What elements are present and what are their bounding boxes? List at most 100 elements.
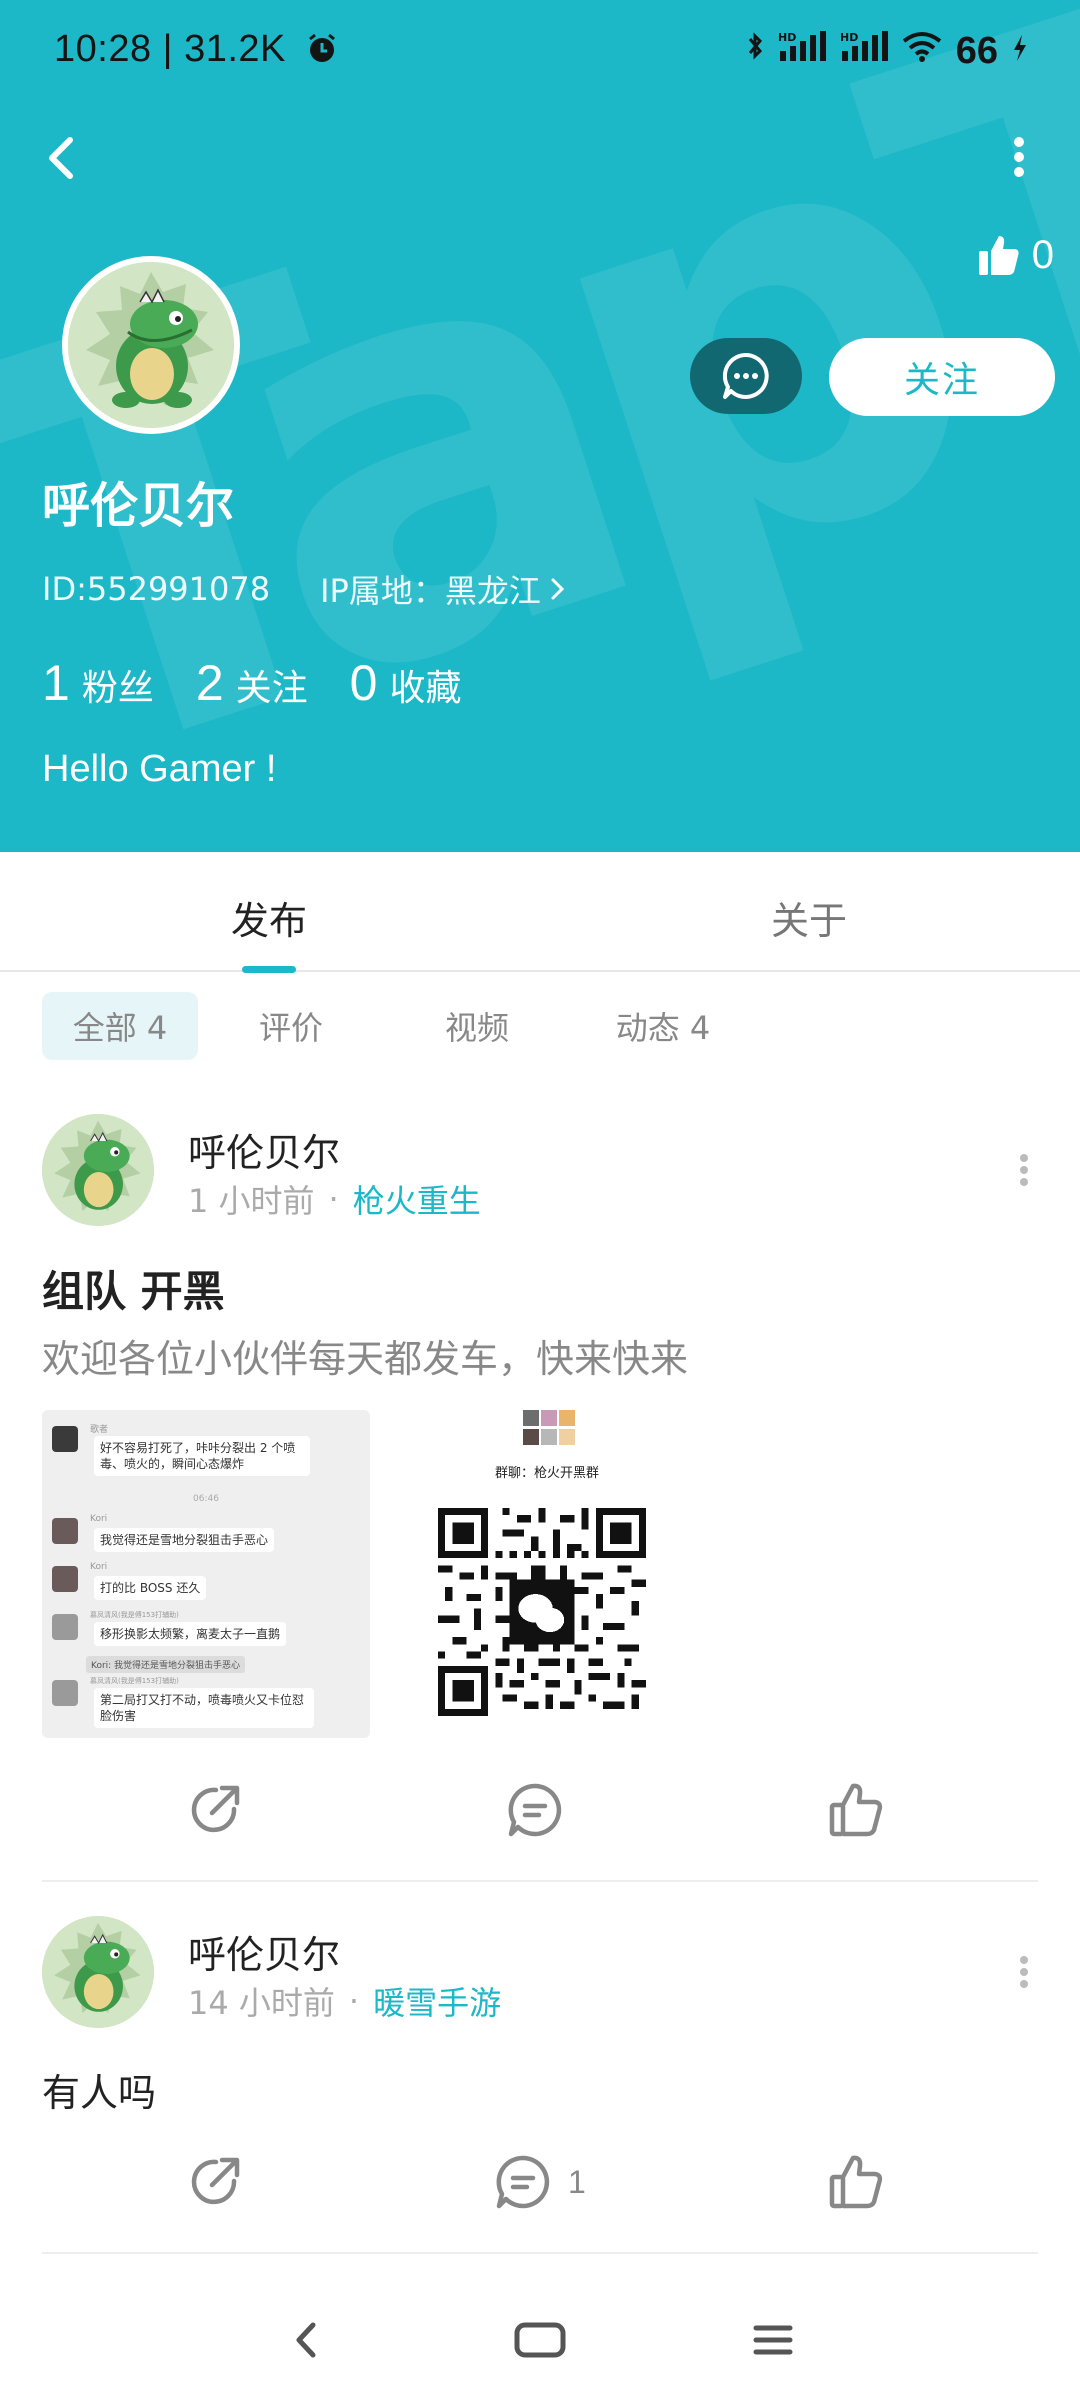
post-avatar[interactable] (42, 1114, 154, 1226)
thumbs-up-icon (829, 1783, 883, 1837)
stat-favorites[interactable]: 0 收藏 (350, 654, 462, 712)
active-tab-indicator (242, 966, 296, 973)
profile-avatar[interactable] (62, 256, 240, 434)
user-id: ID:552991078 (42, 570, 271, 608)
stat-label: 粉丝 (81, 668, 154, 709)
post-body: 有人吗 (42, 2071, 157, 2115)
profile-name: 呼伦贝尔 (42, 478, 235, 534)
stat-followers[interactable]: 1 粉丝 (42, 654, 154, 712)
svg-text:HD: HD (840, 31, 858, 44)
avatar-image (68, 262, 234, 428)
post-avatar[interactable] (42, 1916, 154, 2028)
comment-button[interactable] (504, 1770, 580, 1850)
qr-group-label: 群聊：枪火开黑群 (494, 1466, 599, 1481)
nav-back-icon (296, 2322, 316, 2358)
post-more-button[interactable] (1004, 1942, 1044, 2002)
comment-icon (508, 1783, 562, 1837)
message-button[interactable] (690, 338, 802, 414)
stat-number: 1 (42, 655, 70, 711)
chat-message: 我觉得还是雪地分裂狙击手恶心 (94, 1528, 275, 1552)
chevron-right-icon (551, 578, 564, 600)
tab-posts[interactable]: 发布 (231, 890, 307, 945)
nav-menu-icon (753, 2325, 793, 2355)
chip-moments[interactable]: 动态 4 (570, 992, 756, 1060)
ip-location: IP属地：黑龙江 (320, 572, 541, 610)
stat-number: 0 (349, 655, 378, 711)
stat-number: 2 (195, 655, 224, 711)
chevron-left-icon (49, 137, 73, 179)
signal-hd-1-icon: HD (778, 29, 826, 73)
signal-hd-2-icon: HD (840, 29, 888, 73)
profile-bio: Hello Gamer ! (42, 748, 277, 790)
alarm-icon (305, 31, 339, 75)
meta-dot: · (348, 1982, 360, 2020)
nav-back-button[interactable] (272, 2308, 342, 2372)
post-game-link[interactable]: 暖雪手游 (373, 1978, 501, 2024)
profile-likes[interactable]: 0 (976, 232, 1054, 278)
share-button[interactable] (184, 1770, 246, 1850)
chat-quote: Kori: 我觉得还是雪地分裂狙击手恶心 (86, 1656, 246, 1673)
post-image-chat-screenshot[interactable]: 歌者 好不容易打死了，咔咔分裂出 2 个喷毒、喷火的，瞬间心态爆炸 06:46 … (42, 1410, 370, 1738)
chat-avatar (52, 1680, 78, 1706)
chat-message: 移形换影太频繁，离麦太子一直鹅 (94, 1622, 287, 1646)
status-bar: 10:28 | 31.2K HD HD 66 (0, 0, 1080, 100)
more-options-button[interactable] (994, 122, 1044, 192)
share-icon (191, 2157, 240, 2205)
post-time: 14 小时前 (188, 1984, 335, 2022)
post-divider (42, 2252, 1038, 2254)
main-tabs: 发布 关于 (0, 852, 1080, 973)
like-button[interactable] (826, 1770, 902, 1850)
post-time: 1 小时前 (188, 1182, 315, 1220)
chat-nick: Kori (90, 1514, 108, 1524)
post-more-button[interactable] (1004, 1140, 1044, 1200)
chat-avatar (52, 1426, 78, 1452)
post-image-qr-code[interactable]: 群聊：枪火开黑群 (422, 1410, 672, 1738)
battery-level: 66 (955, 29, 998, 72)
tab-about[interactable]: 关于 (771, 890, 847, 945)
comment-button[interactable]: 1 (492, 2142, 586, 2222)
chip-reviews[interactable]: 评价 (198, 992, 384, 1060)
chip-all[interactable]: 全部 4 (42, 992, 198, 1060)
more-vertical-icon (1020, 1154, 1028, 1186)
group-avatar-grid (523, 1410, 575, 1446)
system-nav-bar (0, 2280, 1080, 2400)
chat-bubble-icon (722, 352, 769, 399)
stat-label: 关注 (235, 668, 308, 709)
post-game-link[interactable]: 枪火重生 (353, 1176, 481, 1222)
chat-time-divider: 06:46 (193, 1494, 219, 1504)
post-title: 组队 开黑 (42, 1267, 225, 1316)
chat-message: 好不容易打死了，咔咔分裂出 2 个喷毒、喷火的，瞬间心态爆炸 (94, 1436, 310, 1476)
post-author[interactable]: 呼伦贝尔 (188, 1122, 340, 1177)
post-images: 歌者 好不容易打死了，咔咔分裂出 2 个喷毒、喷火的，瞬间心态爆炸 06:46 … (42, 1410, 672, 1738)
qr-code-icon (438, 1508, 646, 1716)
nav-menu-button[interactable] (738, 2308, 808, 2372)
like-button[interactable] (826, 2142, 902, 2222)
stat-following[interactable]: 2 关注 (196, 654, 308, 712)
back-button[interactable] (36, 122, 96, 192)
chat-message: 打的比 BOSS 还久 (94, 1576, 207, 1600)
profile-header: TapT 10:28 | 31.2K HD HD 66 0 关注 呼伦贝尔 ID… (0, 0, 1080, 852)
post-meta: 1 小时前 · 枪火重生 (188, 1176, 481, 1222)
stat-label: 收藏 (389, 668, 462, 709)
status-time: 10:28 | 31.2K (54, 28, 339, 75)
wifi-icon (902, 29, 942, 73)
svg-text:HD: HD (778, 31, 796, 44)
chat-nick: 慕凤清风(我是傅153打辅助) (90, 1677, 179, 1685)
comment-count: 1 (568, 2163, 586, 2200)
bluetooth-icon (746, 29, 764, 73)
more-vertical-icon (1020, 1956, 1028, 1988)
post-author[interactable]: 呼伦贝尔 (188, 1924, 340, 1979)
meta-dot: · (328, 1180, 339, 1218)
network-speed: 31.2K (184, 28, 286, 70)
ip-location-link[interactable]: IP属地：黑龙江 (320, 566, 569, 612)
share-button[interactable] (184, 2142, 246, 2222)
status-icons: HD HD 66 (746, 28, 1028, 74)
profile-id-row: ID:552991078 IP属地：黑龙江 (42, 566, 569, 612)
nav-home-button[interactable] (505, 2308, 575, 2372)
status-separator: | (162, 28, 185, 70)
post-action-bar: 1 (0, 2142, 1080, 2222)
follow-button[interactable]: 关注 (829, 338, 1055, 416)
chat-nick: Kori (90, 1562, 108, 1572)
chip-videos[interactable]: 视频 (384, 992, 570, 1060)
share-icon (191, 1785, 240, 1833)
